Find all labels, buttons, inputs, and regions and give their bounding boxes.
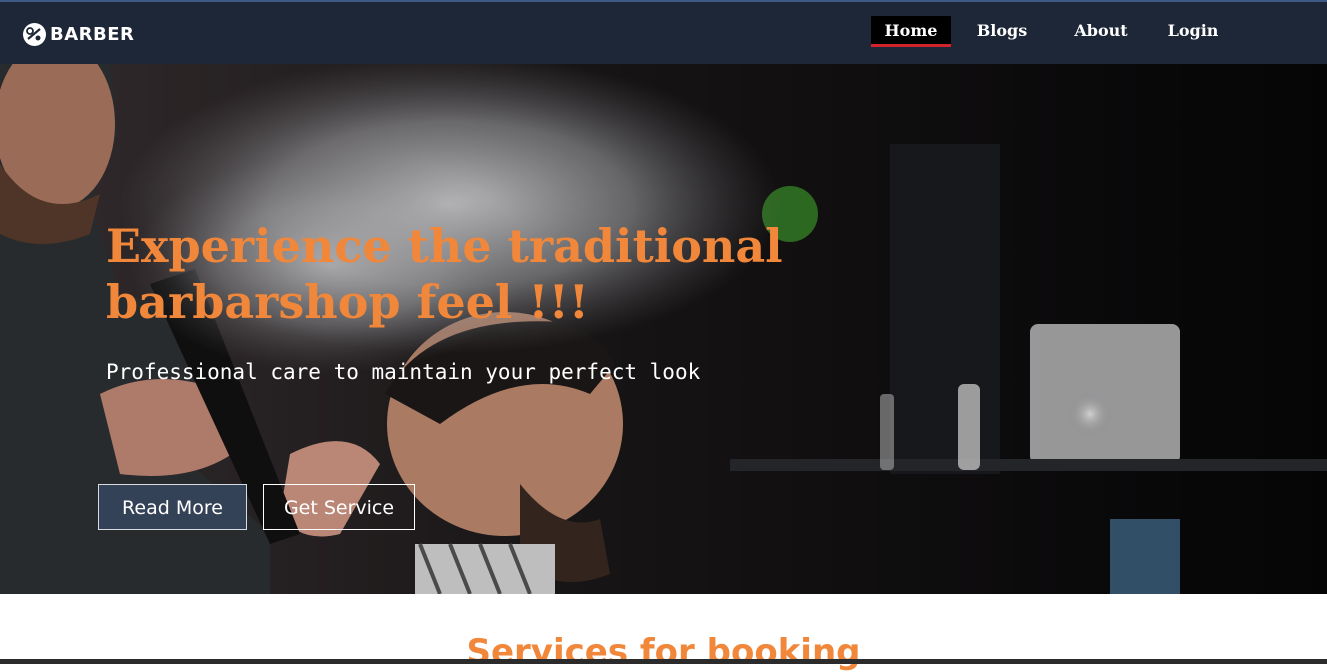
brand-logo[interactable]: BARBER xyxy=(22,20,134,48)
get-service-button[interactable]: Get Service xyxy=(263,484,415,530)
hero-subtitle: Professional care to maintain your perfe… xyxy=(106,360,701,384)
services-heading: Services for booking xyxy=(466,632,861,672)
main-nav: Home Blogs About Login xyxy=(871,16,1221,47)
nav-home[interactable]: Home xyxy=(871,16,951,47)
nav-login[interactable]: Login xyxy=(1165,16,1221,46)
read-more-button[interactable]: Read More xyxy=(98,484,247,530)
barber-logo-icon xyxy=(23,22,46,46)
nav-about[interactable]: About xyxy=(1068,16,1134,46)
hero-section: Experience the traditional barbarshop fe… xyxy=(0,64,1327,594)
navbar: BARBER Home Blogs About Login xyxy=(0,2,1327,64)
brand-name: BARBER xyxy=(50,23,135,45)
services-card-strip xyxy=(0,659,1327,664)
nav-blogs[interactable]: Blogs xyxy=(971,16,1033,46)
hero-title: Experience the traditional barbarshop fe… xyxy=(106,219,783,329)
